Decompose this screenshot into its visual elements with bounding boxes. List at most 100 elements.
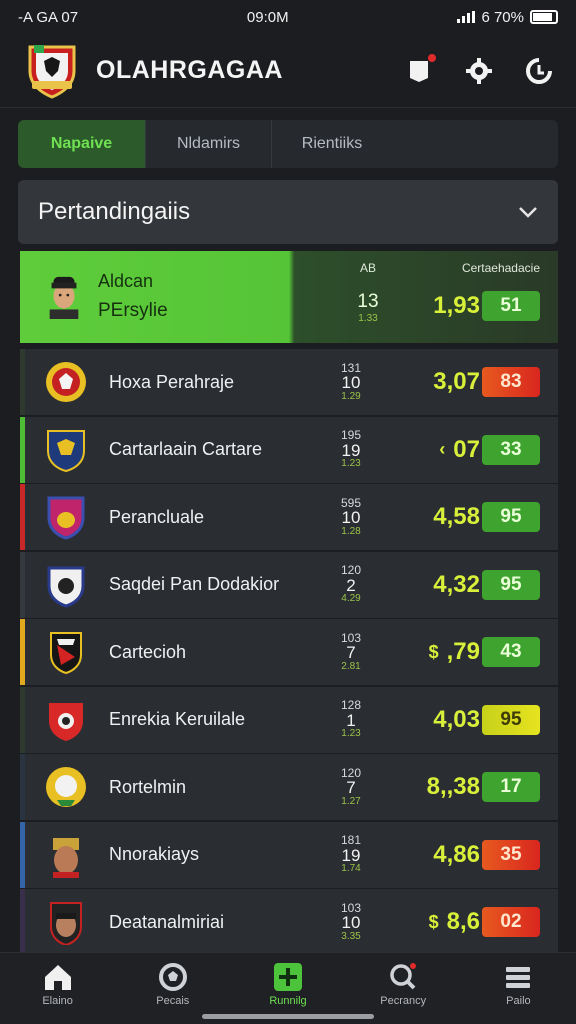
odds-prefix: ‹ bbox=[439, 439, 446, 459]
featured-line2: PErsylie bbox=[98, 300, 168, 322]
nav-menu[interactable]: Pailo bbox=[461, 953, 576, 1024]
team-emblem-icon bbox=[47, 429, 85, 472]
tab-napaive[interactable]: Napaive bbox=[18, 120, 146, 168]
match-stat-sub: 2.81 bbox=[341, 660, 361, 672]
nav-home[interactable]: Elaino bbox=[0, 953, 115, 1024]
featured-left: Aldcan PErsylie bbox=[20, 251, 294, 343]
player-avatar bbox=[49, 276, 79, 319]
match-row[interactable]: Enrekia Keruilale 128 1 1.23 4,03 95 bbox=[20, 686, 558, 753]
match-stat-sub: 1.27 bbox=[341, 795, 361, 807]
header-actions bbox=[404, 53, 554, 86]
match-stats: 181 19 1.74 bbox=[331, 834, 371, 875]
match-row[interactable]: Rortelmin 120 7 1.27 8,,38 17 bbox=[20, 754, 558, 820]
match-stat-mid: 7 bbox=[346, 643, 356, 663]
odds-pill: 33 bbox=[482, 434, 540, 465]
match-stat-sub: 1.23 bbox=[341, 728, 361, 740]
odds-group[interactable]: $ ,79 43 bbox=[429, 637, 540, 667]
odds-group[interactable]: 4,32 95 bbox=[433, 569, 540, 600]
match-stat-mid: 2 bbox=[346, 575, 356, 595]
match-stat-sub: 3.35 bbox=[341, 930, 361, 942]
match-name: Cartecioh bbox=[109, 641, 187, 662]
featured-name: Aldcan PErsylie bbox=[98, 268, 168, 325]
odds-pill: 35 bbox=[482, 839, 540, 870]
match-stat-sub: 1.74 bbox=[341, 863, 361, 875]
match-stats: 595 10 1.28 bbox=[331, 496, 371, 538]
match-row[interactable]: Deatanalmiriai 103 10 3.35 $8,6 02 bbox=[20, 889, 558, 955]
match-stat-mid: 10 bbox=[341, 508, 361, 528]
odds-value: 8,,38 bbox=[426, 773, 480, 800]
match-name: Cartarlaain Cartare bbox=[109, 439, 263, 459]
match-stats: 120 7 1.27 bbox=[331, 766, 371, 808]
team-emblem-icon bbox=[46, 767, 86, 807]
featured-stats: AB 13 1.33 bbox=[338, 261, 398, 324]
team-emblem-icon bbox=[50, 902, 82, 945]
match-name: Saqdei Pan Dodakior bbox=[109, 574, 280, 594]
match-stat-mid: 10 bbox=[341, 913, 361, 933]
odds-value: 4,03 bbox=[433, 705, 480, 733]
nav-search-label: Pecrancy bbox=[380, 995, 427, 1007]
match-row[interactable]: Nnorakiays 181 19 1.74 4,86 35 bbox=[20, 821, 558, 888]
app-header: OLAHRGAGAA bbox=[0, 34, 576, 108]
odds-group[interactable]: ‹ 07 33 bbox=[439, 434, 540, 465]
home-indicator bbox=[202, 1014, 374, 1019]
filter-tabs: Napaive Nldamirs Rientiiks bbox=[18, 120, 558, 168]
match-stats: 131 10 1.29 bbox=[331, 361, 371, 403]
odds-group[interactable]: 4,58 95 bbox=[433, 502, 540, 532]
settings-button[interactable] bbox=[464, 56, 494, 86]
odds-pill: 43 bbox=[482, 637, 540, 667]
search-icon bbox=[390, 963, 417, 990]
team-emblem-icon bbox=[47, 566, 85, 608]
signal-icon bbox=[457, 11, 476, 23]
battery-percent: 6 70% bbox=[481, 8, 524, 26]
match-stat-top: 181 bbox=[340, 833, 362, 848]
odds-value: ,79 bbox=[446, 638, 480, 665]
menu-icon bbox=[506, 967, 531, 988]
tab-nldamirs[interactable]: Nldamirs bbox=[146, 120, 272, 168]
featured-odds[interactable]: 1,93 51 bbox=[433, 291, 540, 321]
featured-mid-value: 13 bbox=[357, 291, 379, 312]
section-dropdown[interactable]: Pertandingaiis bbox=[18, 180, 558, 244]
match-row[interactable]: Cartarlaain Cartare 195 19 1.23 ‹ 07 33 bbox=[20, 416, 558, 483]
match-stat-mid: 1 bbox=[346, 710, 356, 730]
odds-group[interactable]: 4,03 95 bbox=[433, 704, 540, 735]
nav-home-label: Elaino bbox=[42, 995, 73, 1007]
notification-badge bbox=[428, 53, 436, 62]
featured-col-header: AB bbox=[359, 261, 376, 275]
match-name: Perancluale bbox=[109, 506, 205, 527]
nav-menu-label: Pailo bbox=[506, 995, 531, 1007]
odds-pill: 95 bbox=[482, 569, 540, 600]
carrier-text: -A GA 07 bbox=[18, 8, 79, 26]
status-bar: -A GA 07 09:0M 6 70% bbox=[0, 0, 576, 34]
match-stats: 103 7 2.81 bbox=[331, 631, 371, 673]
nav-sports-label: Pecais bbox=[156, 995, 190, 1007]
refresh-button[interactable] bbox=[524, 56, 554, 86]
featured-odds-value: 1,93 bbox=[433, 292, 480, 319]
app-title: OLAHRGAGAA bbox=[96, 56, 283, 84]
odds-group[interactable]: $8,6 02 bbox=[429, 907, 540, 937]
match-row[interactable]: Cartecioh 103 7 2.81 $ ,79 43 bbox=[20, 619, 558, 685]
chevron-down-icon bbox=[519, 207, 537, 218]
match-stat-mid: 19 bbox=[341, 440, 361, 460]
match-list: Aldcan PErsylie AB 13 1.33 Certaehadacie… bbox=[20, 251, 558, 957]
tab-rientiiks[interactable]: Rientiiks bbox=[272, 120, 392, 168]
odds-group[interactable]: 4,86 35 bbox=[433, 839, 540, 870]
odds-value: 07 bbox=[453, 435, 480, 463]
odds-group[interactable]: 8,,38 17 bbox=[427, 772, 540, 802]
match-stat-mid: 19 bbox=[341, 845, 361, 865]
match-row[interactable]: Hoxa Perahraje 131 10 1.29 3,07 83 bbox=[20, 349, 558, 415]
notifications-button[interactable] bbox=[404, 53, 436, 86]
match-rows: Hoxa Perahraje 131 10 1.29 3,07 83 Cartarlaain… bbox=[20, 349, 558, 955]
bell-icon bbox=[410, 60, 428, 82]
status-right: 6 70% bbox=[457, 9, 558, 26]
team-emblem-icon bbox=[47, 496, 85, 540]
odds-pill: 83 bbox=[482, 367, 540, 397]
match-row[interactable]: Saqdei Pan Dodakior 120 2 4.29 4,32 95 bbox=[20, 551, 558, 618]
odds-value: 8,6 bbox=[446, 908, 480, 935]
odds-value: 3,07 bbox=[433, 368, 480, 395]
match-row[interactable]: Perancluale 595 10 1.28 4,58 95 bbox=[20, 484, 558, 550]
match-stats: 195 19 1.23 bbox=[331, 429, 371, 470]
featured-col-header-right: Certaehadacie bbox=[461, 261, 540, 275]
featured-match-row[interactable]: Aldcan PErsylie AB 13 1.33 Certaehadacie… bbox=[20, 251, 558, 343]
match-name: Rortelmin bbox=[109, 776, 187, 797]
odds-group[interactable]: 3,07 83 bbox=[433, 367, 540, 397]
